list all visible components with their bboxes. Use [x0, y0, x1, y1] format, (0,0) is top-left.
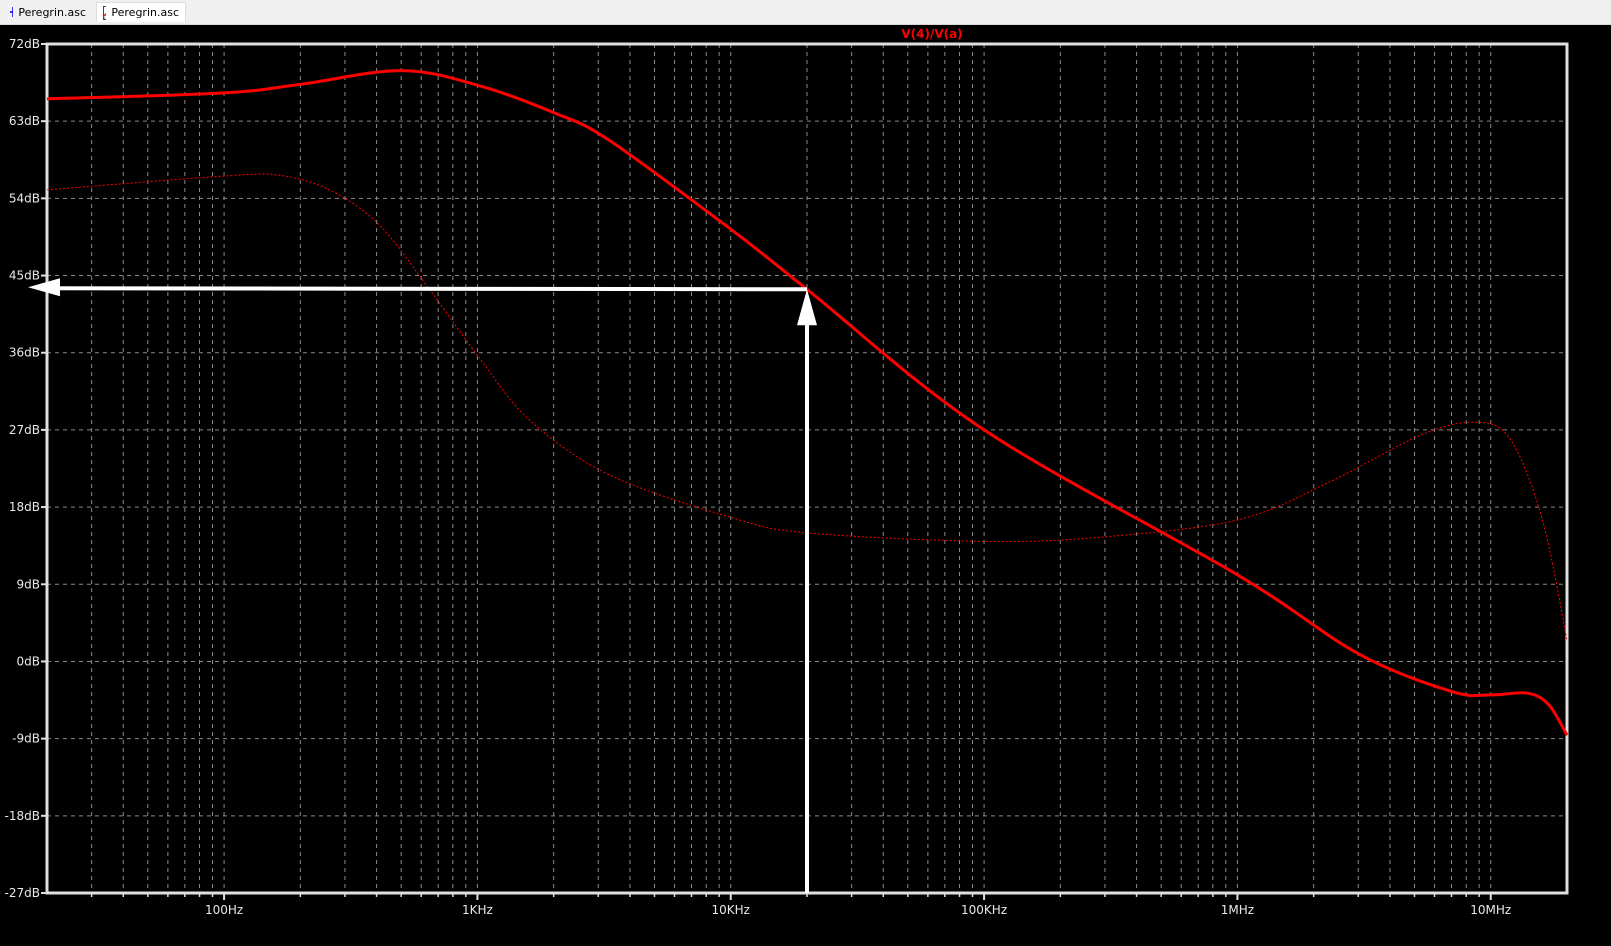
x-tick-label: 1KHz	[462, 903, 493, 917]
tab-waveform[interactable]: Peregrin.asc	[96, 2, 186, 22]
y-tick-label: 72dB	[9, 37, 40, 51]
y-tick-label: 9dB	[17, 577, 40, 591]
waveform-plot-icon	[103, 5, 107, 20]
x-tick-label: 1MHz	[1221, 903, 1254, 917]
tab-schematic[interactable]: Peregrin.asc	[4, 2, 92, 22]
tab-label: Peregrin.asc	[18, 5, 86, 19]
tab-bar: Peregrin.asc Peregrin.asc	[0, 0, 1611, 25]
schematic-transistor-icon	[10, 7, 14, 17]
y-tick-label: 36dB	[9, 346, 40, 360]
x-tick-label: 100KHz	[961, 903, 1007, 917]
y-tick-label: -9dB	[12, 732, 40, 746]
y-tick-label: 54dB	[9, 191, 40, 205]
trace-title[interactable]: V(4)/V(a)	[901, 27, 962, 41]
y-tick-label: 63dB	[9, 114, 40, 128]
y-tick-label: 18dB	[9, 500, 40, 514]
y-tick-label: 0dB	[17, 654, 40, 668]
tab-label: Peregrin.asc	[111, 6, 179, 19]
y-tick-label: 45dB	[9, 269, 40, 283]
bode-plot[interactable]: V(4)/V(a) 72dB 63dB 54dB 45dB 36dB 27dB 18dB 9d…	[0, 0, 1611, 946]
x-tick-label: 100Hz	[205, 903, 243, 917]
x-tick-label: 10KHz	[712, 903, 750, 917]
y-tick-label: 27dB	[9, 423, 40, 437]
y-tick-label: -27dB	[5, 886, 40, 900]
x-tick-label: 10MHz	[1470, 903, 1511, 917]
y-tick-label: -18dB	[5, 809, 40, 823]
arrow-horizontal	[47, 286, 808, 292]
